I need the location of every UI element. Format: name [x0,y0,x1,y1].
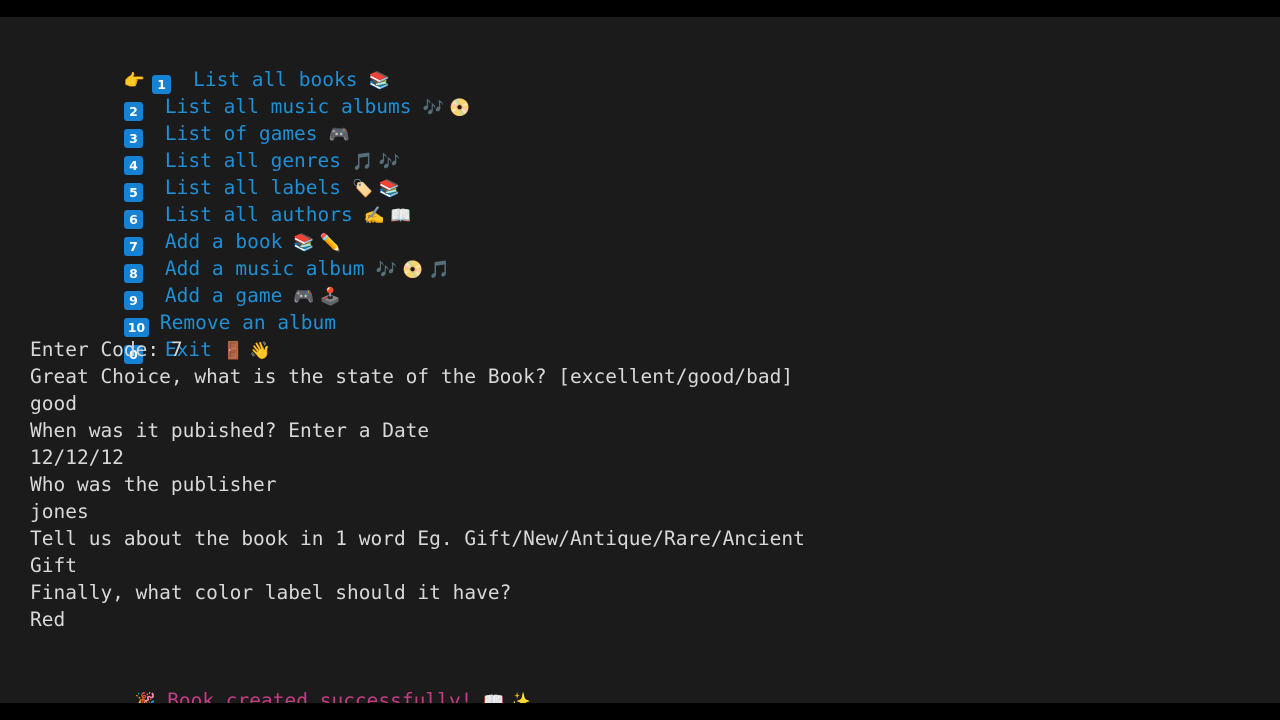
menu-key-badge: 7 [123,237,143,256]
menu-item-icons: 🎵 🎶 [352,152,400,172]
menu-key-badge: 4 [123,156,143,175]
open-book-sparkles-icon: 📖 ✨ [483,692,532,703]
menu-key-badge: 6 [123,210,143,229]
menu-key-badge: 5 [123,183,143,202]
menu-item-icons: 🏷️ 📚 [352,179,400,199]
menu-key-badge: 2 [123,102,143,121]
menu-item-label: Remove an album [159,311,337,334]
menu-item-icons: 🎶 📀 [422,98,471,118]
date-answer: 12/12/12 [30,446,124,469]
menu-key-badge: 9 [123,291,143,310]
date-prompt: When was it pubished? Enter a Date [30,419,430,442]
word-answer: Gift [30,554,77,577]
menu-item-label: List all genres [164,149,342,172]
state-answer: good [30,392,77,415]
menu-key-badge: 3 [123,129,143,148]
success-message-text: Book created successfully! [167,689,473,703]
menu-item-label: List all labels [164,176,342,199]
success-message-line: 🎉 Book created successfully! 📖 ✨ [30,660,1270,703]
color-prompt: Finally, what color label should it have… [30,581,512,604]
menu-item-label: List all books [193,68,358,91]
menu-key-badge: 8 [123,264,143,283]
menu-item-1[interactable]: 👉 1 List all books 📚 [30,39,1270,94]
menu-item-icons: 🎶 📀 🎵 [375,260,450,280]
menu-item-icons: 📚 [368,71,390,91]
terminal-window[interactable]: 👉 1 List all books 📚 2 List all music albums… [0,17,1280,703]
menu-item-label: List all authors [164,203,353,226]
menu-key-badge: 1 [152,75,172,94]
menu-item-icons: ✍️ 📖 [363,206,412,226]
menu-item-label: List of games [164,122,318,145]
menu-item-icons: 🎮 [328,125,350,145]
pointer-icon: 👉 [123,71,146,91]
terminal-output: 👉 1 List all books 📚 2 List all music albums… [30,39,1270,703]
screen-frame: 👉 1 List all books 📚 2 List all music albums… [0,0,1280,720]
state-prompt: Great Choice, what is the state of the B… [30,365,794,388]
word-prompt: Tell us about the book in 1 word Eg. Gif… [30,527,805,550]
publisher-prompt: Who was the publisher [30,473,277,496]
menu-item-icons: 🚪 👋 [222,341,271,361]
menu-item-label: Add a book [164,230,283,253]
menu-item-label: Add a music album [164,257,365,280]
party-popper-icon: 🎉 [134,692,157,703]
menu-item-icons: 🎮 🕹️ [293,287,342,307]
menu-item-label: List all music albums [164,95,412,118]
color-answer: Red [30,608,66,631]
menu-item-label: Add a game [164,284,283,307]
publisher-answer: jones [30,500,89,523]
menu-item-icons: 📚 ✏️ [293,233,342,253]
menu-key-badge: 10 [123,318,149,337]
